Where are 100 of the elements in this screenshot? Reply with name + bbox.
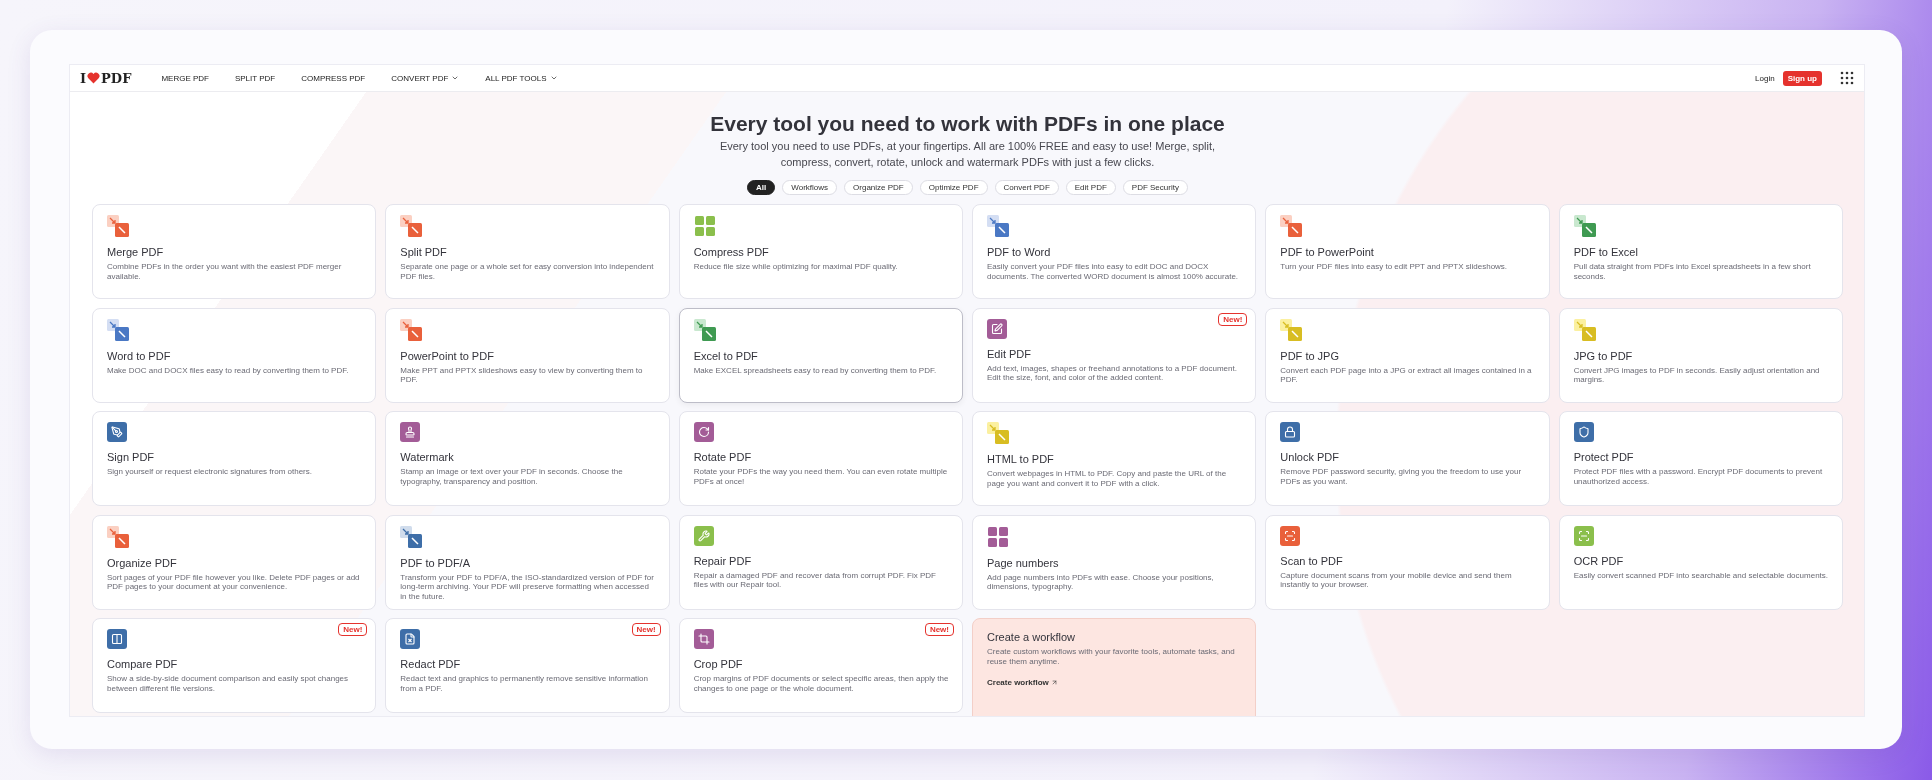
tool-title: Split PDF bbox=[400, 246, 448, 258]
tool-description: Capture document scans from your mobile device and send them instantly to your browser. bbox=[1280, 570, 1513, 590]
nav-link[interactable]: ALL PDF TOOLS bbox=[485, 73, 558, 83]
tool-card[interactable]: New! Edit PDF Add text, images, shapes or freehand annotations to a PDF document. Edit the size, font, and color of the added content. bbox=[972, 307, 1257, 403]
tool-card[interactable]: Repair PDF Repair a damaged PDF and recover data from corrupt PDF. Fix PDF files with our Repair tool. bbox=[678, 514, 963, 610]
tool-description: Add text, images, shapes or freehand annotations to a PDF document. Edit the size, font, and color of the added content. bbox=[987, 363, 1238, 383]
tool-description: Convert each PDF page into a JPG or extract all images contained in a PDF. bbox=[1280, 365, 1533, 385]
workflow-description: Create custom workflows with your favorite tools, automate tasks, and reuse them anytime. bbox=[987, 647, 1236, 666]
tool-card[interactable]: Rotate PDF Rotate your PDFs the way you need them. You can even rotate multiple PDFs at once! bbox=[678, 411, 963, 506]
tool-card[interactable]: Unlock PDF Remove PDF password security, giving you the freedom to use your PDFs as you want. bbox=[1265, 411, 1550, 506]
stacked-squares-icon bbox=[693, 318, 716, 341]
tool-description: Remove PDF password security, giving you the freedom to use your PDFs as you want. bbox=[1280, 467, 1523, 486]
tool-title: Unlock PDF bbox=[1280, 451, 1340, 463]
tool-card[interactable]: Organize PDF Sort pages of your PDF file however you like. Delete PDF pages or add PDF pages to your document at your convenience. bbox=[92, 514, 377, 610]
filter-chip[interactable]: All bbox=[747, 180, 776, 195]
hero-title: Every tool you need to work with PDFs in one place bbox=[710, 112, 1225, 136]
tool-card[interactable]: New! Crop PDF Crop margins of PDF documents or select specific areas, then apply the changes to one page or the whole document. bbox=[678, 618, 963, 713]
stacked-squares-icon bbox=[400, 525, 423, 548]
workflow-card[interactable]: Create a workflow Create custom workflows with your favorite tools, automate tasks, and reuse them anytime. Create workflow bbox=[972, 618, 1257, 716]
columns-icon bbox=[107, 629, 127, 649]
stamp-icon bbox=[400, 422, 421, 442]
tool-description: Reduce file size while optimizing for maximal PDF quality. bbox=[693, 262, 899, 272]
hero-subtitle: Every tool you need to use PDFs, at your fingertips. All are 100% FREE and easy to use! Merge, split, compress, convert, rotate, unlock and watermark PDFs with just a few clicks. bbox=[718, 139, 1217, 170]
create-workflow-link[interactable]: Create workflow bbox=[987, 678, 1242, 687]
tool-card[interactable]: Scan to PDF Capture document scans from your mobile device and send them instantly to your browser. bbox=[1265, 514, 1550, 610]
tool-title: PDF to PDF/A bbox=[400, 556, 471, 569]
filter-chip[interactable]: Edit PDF bbox=[1065, 180, 1116, 195]
crop-icon bbox=[693, 629, 714, 649]
tool-title: Compress PDF bbox=[693, 246, 770, 258]
stacked-squares-icon bbox=[107, 215, 129, 237]
tool-description: Convert JPG images to PDF in seconds. Easily adjust orientation and margins. bbox=[1573, 365, 1821, 385]
tool-card[interactable]: Page numbers Add page numbers into PDFs with ease. Choose your positions, dimensions, typography. bbox=[972, 514, 1257, 610]
tool-description: Separate one page or a whole set for easy conversion into independent PDF files. bbox=[400, 262, 655, 281]
square-grid-icon bbox=[987, 525, 1009, 548]
tool-card[interactable]: New! Redact PDF Redact text and graphics to permanently remove sensitive information from a PDF. bbox=[385, 618, 670, 713]
tool-card[interactable]: Protect PDF Protect PDF files with a password. Encrypt PDF documents to prevent unauthorized access. bbox=[1558, 411, 1843, 506]
tool-card[interactable]: PDF to JPG Convert each PDF page into a JPG or extract all images contained in a PDF. bbox=[1265, 307, 1550, 403]
tool-card[interactable]: PDF to PDF/A Transform your PDF to PDF/A, the ISO-standardized version of PDF for long-term archiving. Your PDF will preserve formatting when accessed in the future. bbox=[385, 514, 670, 610]
tool-description: Show a side-by-side document comparison and easily spot changes between different file versions. bbox=[107, 674, 350, 693]
tool-card[interactable]: OCR PDF Easily convert scanned PDF into searchable and selectable documents. bbox=[1558, 514, 1843, 610]
filter-chip[interactable]: Workflows bbox=[782, 180, 838, 195]
lock-icon bbox=[1280, 422, 1301, 442]
tool-title: Organize PDF bbox=[107, 556, 178, 569]
signup-button[interactable]: Sign up bbox=[1782, 70, 1822, 86]
stacked-squares-icon bbox=[400, 215, 423, 237]
stacked-squares-icon bbox=[107, 318, 129, 341]
tool-card[interactable]: JPG to PDF Convert JPG images to PDF in seconds. Easily adjust orientation and margins. bbox=[1558, 307, 1843, 403]
tool-title: HTML to PDF bbox=[987, 453, 1055, 465]
tool-description: Make PPT and PPTX slideshows easy to view by converting them to PDF. bbox=[400, 365, 644, 385]
logo-text[interactable]: I bbox=[80, 70, 87, 86]
tool-title: Sign PDF bbox=[107, 451, 156, 463]
nav-link[interactable]: SPLIT PDF bbox=[234, 73, 276, 83]
new-badge: New! bbox=[1218, 312, 1248, 326]
scan-icon bbox=[1573, 525, 1594, 546]
tool-description: Sort pages of your PDF file however you like. Delete PDF pages or add PDF pages to your document at your convenience. bbox=[107, 572, 361, 592]
filter-chip[interactable]: PDF Security bbox=[1122, 180, 1188, 195]
tool-title: Crop PDF bbox=[693, 658, 744, 670]
new-badge: New! bbox=[631, 623, 661, 636]
tool-description: Pull data straight from PDFs into Excel spreadsheets in a few short seconds. bbox=[1573, 262, 1812, 281]
tool-card[interactable]: Split PDF Separate one page or a whole set for easy conversion into independent PDF files. bbox=[385, 204, 670, 299]
tool-description: Make EXCEL spreadsheets easy to read by converting them to PDF. bbox=[693, 365, 938, 375]
tool-title: Merge PDF bbox=[107, 246, 165, 258]
tool-card[interactable]: Watermark Stamp an image or text over your PDF in seconds. Choose the typography, transparency and position. bbox=[385, 411, 670, 506]
tool-card[interactable]: PDF to Excel Pull data straight from PDFs into Excel spreadsheets in a few short seconds. bbox=[1558, 204, 1843, 299]
tool-title: Redact PDF bbox=[400, 658, 462, 670]
tool-card[interactable]: Excel to PDF Make EXCEL spreadsheets easy to read by converting them to PDF. bbox=[678, 307, 963, 403]
tool-description: Combine PDFs in the order you want with the easiest PDF merger available. bbox=[107, 262, 343, 281]
stacked-squares-icon bbox=[1573, 318, 1596, 341]
tool-card[interactable]: PowerPoint to PDF Make PPT and PPTX slideshows easy to view by converting them to PDF. bbox=[385, 307, 670, 403]
tool-card[interactable]: Word to PDF Make DOC and DOCX files easy to read by converting them to PDF. bbox=[92, 307, 377, 403]
tool-card[interactable]: PDF to Word Easily convert your PDF files into easy to edit DOC and DOCX documents. The converted WORD document is almost 100% accurate. bbox=[972, 204, 1257, 299]
tool-card[interactable]: Sign PDF Sign yourself or request electronic signatures from others. bbox=[92, 411, 377, 506]
nav-link[interactable]: MERGE PDF bbox=[161, 73, 209, 83]
tool-title: Word to PDF bbox=[107, 349, 172, 362]
tool-description: Crop margins of PDF documents or select specific areas, then apply the changes to one page or the whole document. bbox=[693, 674, 950, 693]
logo-text[interactable]: PDF bbox=[101, 70, 132, 86]
filter-chip[interactable]: Organize PDF bbox=[844, 180, 913, 195]
tool-description: Redact text and graphics to permanently remove sensitive information from a PDF. bbox=[400, 674, 649, 693]
tool-title: Scan to PDF bbox=[1280, 554, 1344, 567]
pen-icon bbox=[107, 422, 127, 442]
tool-card[interactable]: PDF to PowerPoint Turn your PDF files into easy to edit PPT and PPTX slideshows. bbox=[1265, 204, 1550, 299]
tool-title: OCR PDF bbox=[1573, 554, 1625, 567]
edit-icon bbox=[987, 318, 1007, 339]
tool-description: Make DOC and DOCX files easy to read by converting them to PDF. bbox=[107, 365, 350, 375]
tool-card[interactable]: New! Compare PDF Show a side-by-side document comparison and easily spot changes between different file versions. bbox=[92, 618, 377, 713]
scan-icon bbox=[1280, 525, 1301, 546]
tool-card[interactable]: Compress PDF Reduce file size while optimizing for maximal PDF quality. bbox=[678, 204, 963, 299]
nav-link[interactable]: COMPRESS PDF bbox=[301, 73, 366, 83]
filter-chip[interactable]: Convert PDF bbox=[994, 180, 1059, 195]
tool-title: Repair PDF bbox=[693, 554, 753, 567]
login-link[interactable]: Login bbox=[1755, 73, 1775, 83]
nav-link[interactable]: CONVERT PDF bbox=[391, 73, 460, 83]
tool-card[interactable]: Merge PDF Combine PDFs in the order you want with the easiest PDF merger available. bbox=[92, 204, 377, 299]
tool-card[interactable]: HTML to PDF Convert webpages in HTML to PDF. Copy and paste the URL of the page you want and convert it to PDF with a click. bbox=[972, 411, 1257, 506]
stacked-squares-icon bbox=[107, 525, 129, 548]
stacked-squares-icon bbox=[400, 318, 423, 341]
tool-title: Page numbers bbox=[987, 556, 1060, 569]
filter-chip[interactable]: Optimize PDF bbox=[919, 180, 988, 195]
apps-grid-icon[interactable] bbox=[1840, 71, 1854, 85]
rotate-icon bbox=[693, 422, 714, 442]
